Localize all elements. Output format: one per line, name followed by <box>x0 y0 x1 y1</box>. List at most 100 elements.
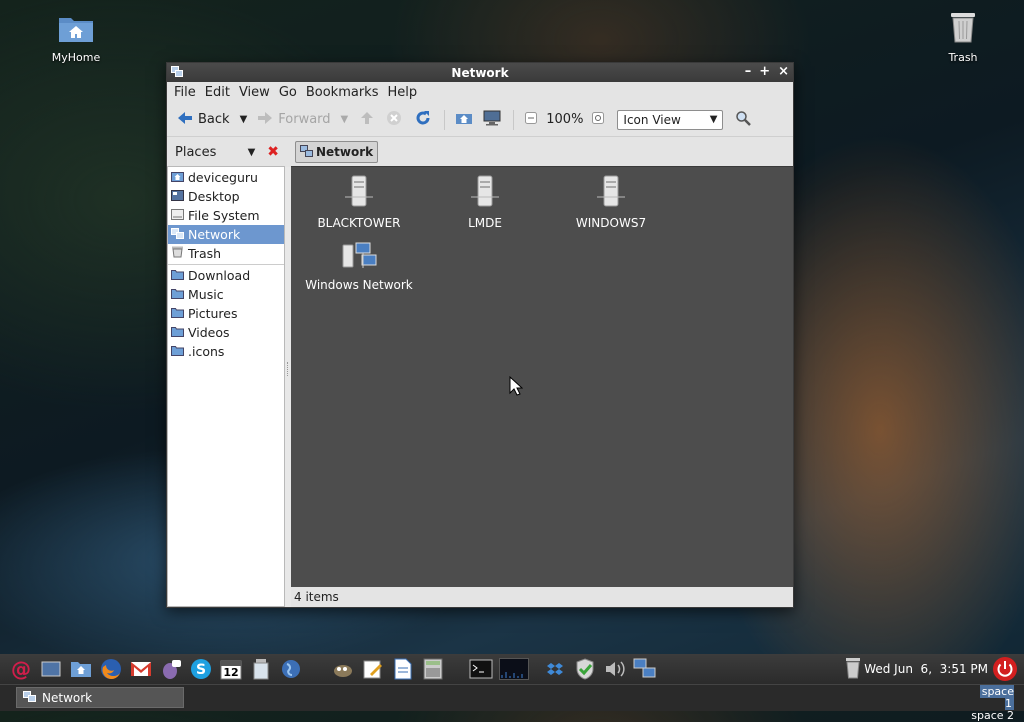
window-titlebar[interactable]: Network – + × <box>167 63 793 82</box>
skype-icon: S <box>191 659 211 679</box>
file-label: WINDOWS7 <box>575 216 647 230</box>
pidgin-launcher[interactable] <box>158 656 184 682</box>
calendar-day: 12 <box>223 666 239 679</box>
sidebar-item-label: deviceguru <box>188 170 258 185</box>
close-sidebar-icon[interactable]: ✖ <box>267 144 279 160</box>
sidebar-item-label: Download <box>188 268 251 283</box>
breadcrumb[interactable]: Network <box>295 141 379 163</box>
desktop-icon-myhome[interactable]: MyHome <box>36 14 116 64</box>
skype-launcher[interactable]: S <box>188 656 214 682</box>
file-label: BLACKTOWER <box>317 216 401 230</box>
status-text: 4 items <box>294 590 339 604</box>
calculator-icon <box>423 658 443 680</box>
reload-icon[interactable] <box>414 109 432 130</box>
globe-launcher[interactable] <box>278 656 304 682</box>
terminal-launcher[interactable] <box>468 656 494 682</box>
view-mode-select[interactable]: Icon View ▼ <box>617 109 724 130</box>
file-item-lmde[interactable]: LMDE <box>425 175 545 230</box>
computer-icon[interactable] <box>483 110 501 129</box>
panel-clock[interactable]: Wed Jun 6, 3:51 PM <box>864 662 988 676</box>
back-arrow-icon <box>177 111 193 129</box>
sidebar-item-music[interactable]: Music <box>168 285 284 304</box>
network-tray[interactable] <box>632 656 658 682</box>
launcher-panel: @ S 12 Wed Jun 6, 3:51 PM <box>0 654 1024 684</box>
system-monitor-icon <box>499 658 529 680</box>
menu-file[interactable]: File <box>171 85 202 100</box>
folder-icon <box>171 325 184 340</box>
system-monitor-launcher[interactable] <box>498 656 530 682</box>
trash-applet-icon[interactable] <box>844 657 862 682</box>
file-label: LMDE <box>468 216 502 230</box>
firefox-launcher[interactable] <box>98 656 124 682</box>
zoom-out-icon[interactable] <box>525 112 538 127</box>
maximize-button[interactable]: + <box>759 64 770 79</box>
home-icon[interactable] <box>455 111 473 128</box>
desktop-icon-trash[interactable]: Trash <box>923 10 1003 64</box>
text-editor-launcher[interactable] <box>360 656 386 682</box>
volume-tray[interactable] <box>602 656 628 682</box>
zoom-in-icon[interactable] <box>592 112 605 127</box>
network-computers-icon <box>633 658 656 678</box>
firefox-icon <box>101 659 121 680</box>
search-icon[interactable] <box>735 110 752 129</box>
dropbox-tray[interactable] <box>542 656 568 682</box>
sidebar-item-label: Desktop <box>188 189 240 204</box>
status-bar: 4 items <box>291 587 793 607</box>
power-icon[interactable] <box>992 656 1018 685</box>
forward-history-chevron-icon[interactable]: ▼ <box>335 114 355 125</box>
security-tray[interactable] <box>572 656 598 682</box>
zoom-level: 100% <box>546 112 584 127</box>
document-launcher[interactable] <box>390 656 416 682</box>
show-desktop-launcher[interactable] <box>38 656 64 682</box>
gimp-icon <box>334 665 352 677</box>
minimize-button[interactable]: – <box>745 64 752 79</box>
sidebar-item-deviceguru[interactable]: deviceguru <box>168 168 284 187</box>
back-history-chevron-icon[interactable]: ▼ <box>234 114 254 125</box>
menu-go[interactable]: Go <box>276 85 303 100</box>
file-item-windows7[interactable]: WINDOWS7 <box>551 175 671 230</box>
menu-view[interactable]: View <box>236 85 276 100</box>
workspace-1[interactable]: space 1 <box>968 685 1014 710</box>
folder-icon <box>171 268 184 283</box>
workspace-2[interactable]: space 2 <box>968 710 1014 722</box>
network-icon <box>171 227 184 242</box>
forward-button[interactable]: Forward <box>253 107 334 133</box>
chevron-down-icon[interactable]: ▼ <box>248 147 256 158</box>
desktop-icon-label: MyHome <box>51 51 101 64</box>
sidebar-item-file-system[interactable]: File System <box>168 206 284 225</box>
up-arrow-icon[interactable] <box>360 111 374 128</box>
sidebar-item-download[interactable]: Download <box>168 266 284 285</box>
jar-icon <box>253 659 269 680</box>
gmail-launcher[interactable] <box>128 656 154 682</box>
back-button[interactable]: Back <box>173 107 234 133</box>
pane-resize-handle[interactable] <box>287 362 290 376</box>
menu-edit[interactable]: Edit <box>202 85 236 100</box>
network-computers-icon <box>299 241 419 274</box>
jar-launcher[interactable] <box>248 656 274 682</box>
dropbox-icon <box>547 663 563 675</box>
sidebar-item-trash[interactable]: Trash <box>168 244 284 263</box>
debian-menu-button[interactable]: @ <box>8 656 34 682</box>
menubar: File Edit View Go Bookmarks Help <box>167 82 793 103</box>
calendar-launcher[interactable]: 12 <box>218 656 244 682</box>
menu-help[interactable]: Help <box>384 85 423 100</box>
file-item-blacktower[interactable]: BLACKTOWER <box>299 175 419 230</box>
sidebar-item-network[interactable]: Network <box>168 225 284 244</box>
sidebar-item-icons[interactable]: .icons <box>168 342 284 361</box>
icon-view: BLACKTOWER LMDE WINDOWS7 Windows Network <box>291 166 793 587</box>
stop-icon[interactable] <box>386 110 402 129</box>
close-button[interactable]: × <box>778 64 789 79</box>
menu-bookmarks[interactable]: Bookmarks <box>303 85 385 100</box>
sidebar-divider <box>168 264 284 265</box>
sidebar-item-pictures[interactable]: Pictures <box>168 304 284 323</box>
gimp-launcher[interactable] <box>330 656 356 682</box>
taskbar-item-network[interactable]: Network <box>16 687 184 708</box>
forward-label: Forward <box>278 112 331 127</box>
calculator-launcher[interactable] <box>420 656 446 682</box>
places-header[interactable]: Places ▼ ✖ <box>167 144 285 160</box>
file-item-windows-network[interactable]: Windows Network <box>299 241 419 292</box>
file-manager-launcher[interactable] <box>68 656 94 682</box>
sidebar-item-desktop[interactable]: Desktop <box>168 187 284 206</box>
view-mode-value: Icon View <box>623 112 681 127</box>
sidebar-item-videos[interactable]: Videos <box>168 323 284 342</box>
